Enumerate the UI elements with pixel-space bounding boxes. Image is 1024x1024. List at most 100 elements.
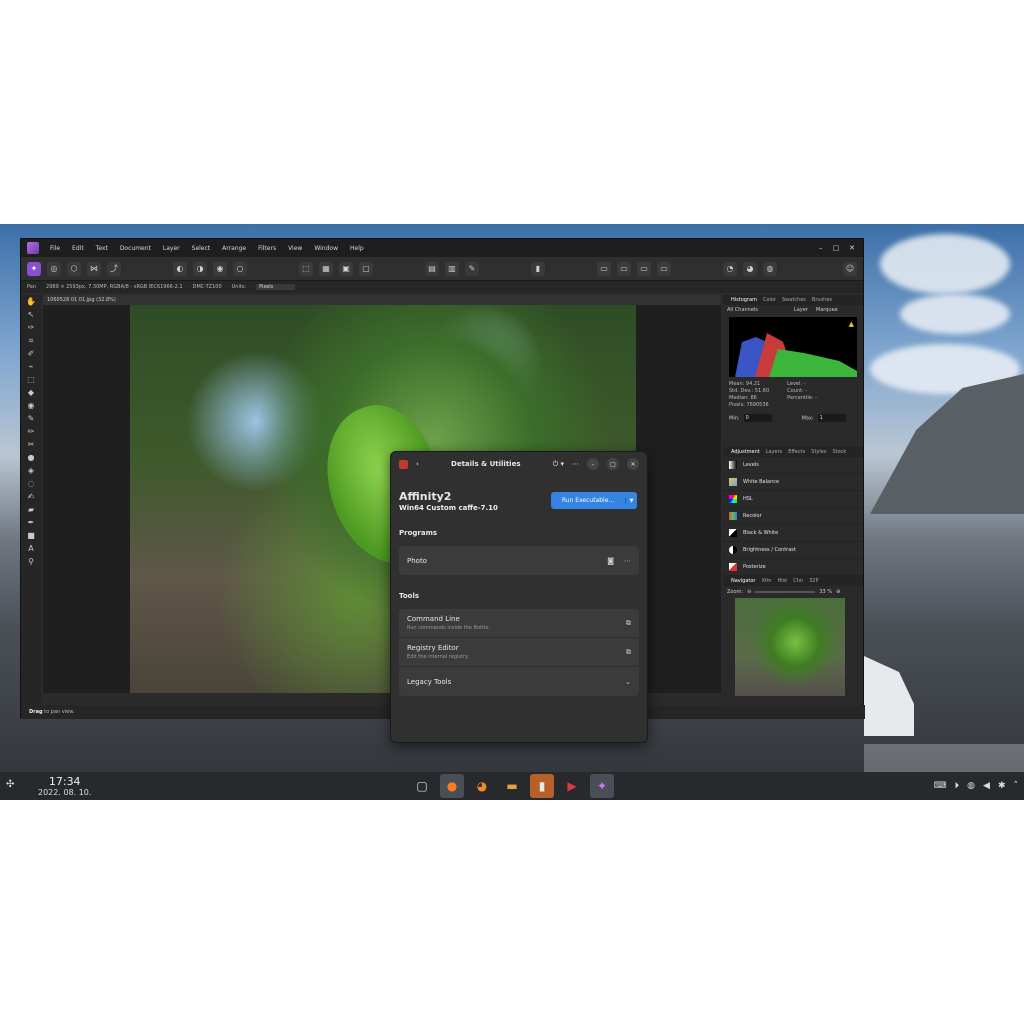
files-icon[interactable]: ▬ (500, 774, 524, 798)
auto-contrast-icon[interactable]: ◑ (193, 261, 207, 276)
run-dropdown-icon[interactable]: ▼ (625, 497, 637, 504)
export-persona-icon[interactable]: ⤴ (107, 261, 121, 276)
more-menu-icon[interactable]: ⋯ (572, 460, 579, 468)
tab-stock[interactable]: Stock (832, 449, 846, 455)
tool-row-command-line[interactable]: Command Line Run commands inside the Bot… (399, 609, 639, 638)
power-menu-icon[interactable]: ⏻ ▾ (553, 460, 564, 469)
pen-icon[interactable]: ✎ (465, 261, 479, 276)
flood-select-tool-icon[interactable]: ⌁ (26, 362, 36, 372)
liquify-persona-icon[interactable]: ◎ (47, 261, 61, 276)
view-mode-icon[interactable]: ▥ (445, 261, 459, 276)
dodge-tool-icon[interactable]: ✏ (26, 427, 36, 437)
zoom-in-icon[interactable]: ⊕ (836, 589, 840, 595)
navigator-thumbnail[interactable] (735, 598, 845, 696)
affinity-photo-taskbar-icon[interactable]: ✦ (590, 774, 614, 798)
menu-document[interactable]: Document (114, 245, 157, 252)
layer-checkbox[interactable]: Layer (794, 307, 808, 313)
auto-white-balance-icon[interactable]: ○ (233, 261, 247, 276)
app-launcher-icon[interactable]: ✣ (6, 779, 20, 793)
gradient-tool-icon[interactable]: ◉ (26, 401, 36, 411)
input-method-icon[interactable]: ⌨ (934, 781, 947, 791)
snapping-icon[interactable]: ▤ (425, 261, 439, 276)
shape-tool-icon[interactable]: ■ (26, 531, 36, 541)
text-tool-icon[interactable]: A (26, 544, 36, 554)
smudge-tool-icon[interactable]: ✍ (26, 492, 36, 502)
blemish-tool-icon[interactable]: ● (26, 453, 36, 463)
flip-icon[interactable]: ▭ (657, 261, 671, 276)
account-icon[interactable]: ☺ (843, 261, 857, 276)
blender-icon[interactable]: ◕ (470, 774, 494, 798)
maximize-button[interactable]: □ (833, 244, 840, 252)
tab-histogram[interactable]: Histogram (731, 297, 757, 303)
adjustment-recolor[interactable]: Recolor (723, 508, 863, 525)
zoom-tool-icon[interactable]: ⚲ (26, 557, 36, 567)
color-icon[interactable]: ◍ (763, 261, 777, 276)
erase-tool-icon[interactable]: ▰ (26, 505, 36, 515)
selection-brush-tool-icon[interactable]: ✐ (26, 349, 36, 359)
transform-icon[interactable]: ▭ (637, 261, 651, 276)
layers-icon[interactable]: ◕ (743, 261, 757, 276)
color-picker-tool-icon[interactable]: ✑ (26, 323, 36, 333)
document-tab[interactable]: 1060528 01 01.jpg (32.8%) (43, 295, 721, 305)
close-button[interactable]: ✕ (849, 244, 855, 252)
assistant-icon[interactable]: ▢ (359, 261, 373, 276)
menu-view[interactable]: View (282, 245, 308, 252)
tool-row-legacy-tools[interactable]: Legacy Tools ⌄ (399, 667, 639, 696)
program-more-icon[interactable]: ⋯ (624, 557, 631, 565)
dialog-close-button[interactable]: ✕ (627, 458, 639, 470)
adjustment-brightness-contrast[interactable]: Brightness / Contrast (723, 542, 863, 559)
show-desktop-icon[interactable]: ▢ (410, 774, 434, 798)
flood-fill-tool-icon[interactable]: ◆ (26, 388, 36, 398)
menu-filters[interactable]: Filters (252, 245, 282, 252)
dialog-minimize-button[interactable]: – (587, 458, 599, 470)
tool-row-registry-editor[interactable]: Registry Editor Edit the internal regist… (399, 638, 639, 667)
clone-tool-icon[interactable]: ✂ (26, 440, 36, 450)
tone-mapping-persona-icon[interactable]: ⋈ (87, 261, 101, 276)
menu-arrange[interactable]: Arrange (216, 245, 252, 252)
tab-adjustment[interactable]: Adjustment (731, 449, 760, 455)
chevron-down-icon[interactable]: ⌄ (625, 678, 631, 686)
marquee-icon[interactable]: ⬚ (299, 261, 313, 276)
bookmark-icon[interactable]: ▮ (531, 261, 545, 276)
paint-brush-tool-icon[interactable]: ✎ (26, 414, 36, 424)
external-link-icon[interactable]: ⧉ (626, 648, 631, 657)
adjustment-black-white[interactable]: Black & White (723, 525, 863, 542)
minimize-button[interactable]: – (819, 244, 823, 252)
refine-icon[interactable]: ▣ (339, 261, 353, 276)
adjustment-levels[interactable]: Levels (723, 457, 863, 474)
tab-effects[interactable]: Effects (788, 449, 805, 455)
quick-mask-icon[interactable]: ▦ (319, 261, 333, 276)
menu-text[interactable]: Text (90, 245, 114, 252)
photo-persona-icon[interactable]: ✦ (27, 261, 41, 276)
pen-tool-icon[interactable]: ✒ (26, 518, 36, 528)
adjustment-hsl[interactable]: HSL (723, 491, 863, 508)
tab-history[interactable]: Hist (778, 578, 788, 584)
zoom-value[interactable]: 33 % (819, 589, 832, 595)
tab-transform[interactable]: Xfm (761, 578, 771, 584)
view-tool-icon[interactable]: ✋ (26, 297, 36, 307)
tab-navigator[interactable]: Navigator (731, 578, 755, 584)
adjustment-posterize[interactable]: Posterize (723, 559, 863, 576)
auto-colors-icon[interactable]: ◉ (213, 261, 227, 276)
zoom-out-icon[interactable]: ⊖ (747, 589, 751, 595)
min-field[interactable]: 0 (743, 414, 772, 422)
bluetooth-icon[interactable]: ✱ (998, 781, 1006, 791)
dialog-maximize-button[interactable]: □ (607, 458, 619, 470)
marquee-checkbox[interactable]: Marquee (816, 307, 838, 313)
tab-swatches[interactable]: Swatches (782, 297, 806, 303)
menu-layer[interactable]: Layer (157, 245, 186, 252)
tab-channels[interactable]: Chn (793, 578, 803, 584)
studio-icon[interactable]: ◔ (723, 261, 737, 276)
move-tool-icon[interactable]: ↖ (26, 310, 36, 320)
menu-file[interactable]: File (44, 245, 66, 252)
align-icon[interactable]: ▭ (617, 261, 631, 276)
menu-help[interactable]: Help (344, 245, 370, 252)
channel-select[interactable]: All Channels (727, 307, 758, 313)
adjustment-white-balance[interactable]: White Balance (723, 474, 863, 491)
crop-tool-icon[interactable]: ⌗ (26, 336, 36, 346)
marquee-tool-icon[interactable]: ⬚ (26, 375, 36, 385)
external-link-icon[interactable]: ⧉ (626, 619, 631, 628)
tab-brushes[interactable]: Brushes (812, 297, 832, 303)
units-select[interactable]: Pixels (256, 284, 296, 290)
menu-window[interactable]: Window (308, 245, 344, 252)
